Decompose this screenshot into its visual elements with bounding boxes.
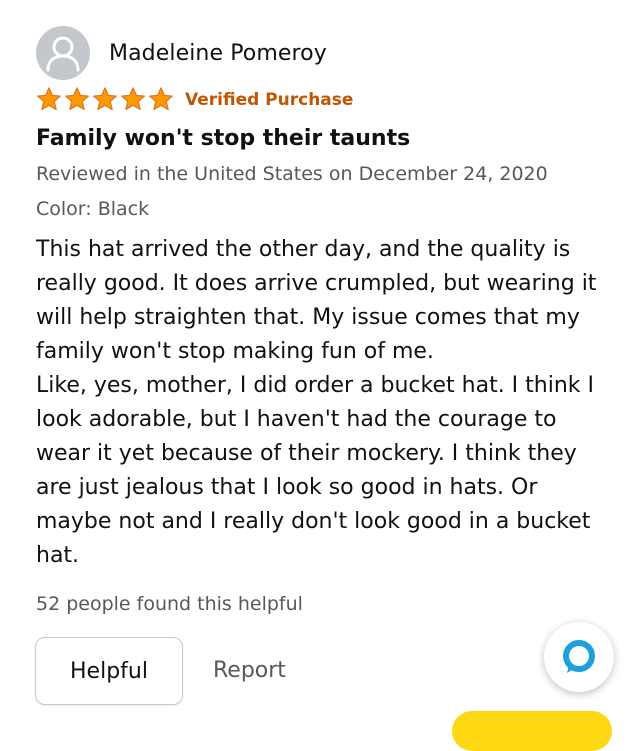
report-link[interactable]: Report bbox=[213, 658, 286, 683]
star-icon bbox=[65, 87, 89, 111]
review-color-option: Color: Black bbox=[36, 198, 150, 220]
review-title: Family won't stop their taunts bbox=[36, 126, 411, 151]
rating-row: Verified Purchase bbox=[35, 86, 353, 113]
alexa-icon bbox=[563, 640, 595, 673]
reviewer-name[interactable]: Madeleine Pomeroy bbox=[109, 41, 327, 66]
reviewer-info: Madeleine Pomeroy bbox=[36, 26, 327, 80]
person-icon bbox=[46, 36, 80, 72]
verified-purchase-badge: Verified Purchase bbox=[185, 89, 354, 110]
review-paragraph: This hat arrived the other day, and the … bbox=[36, 237, 597, 364]
review-body: This hat arrived the other day, and the … bbox=[36, 233, 616, 573]
helpful-button[interactable]: Helpful bbox=[35, 637, 183, 705]
avatar bbox=[36, 26, 90, 80]
star-rating bbox=[35, 86, 175, 113]
review-paragraph: Like, yes, mother, I did order a bucket … bbox=[36, 373, 595, 568]
star-icon bbox=[37, 87, 61, 111]
review-date: Reviewed in the United States on Decembe… bbox=[36, 163, 548, 185]
star-icon bbox=[93, 87, 117, 111]
star-icon bbox=[149, 87, 173, 111]
star-icon bbox=[121, 87, 145, 111]
buy-button-partial[interactable] bbox=[452, 711, 612, 751]
alexa-button[interactable] bbox=[544, 622, 614, 692]
helpful-count: 52 people found this helpful bbox=[36, 593, 303, 615]
